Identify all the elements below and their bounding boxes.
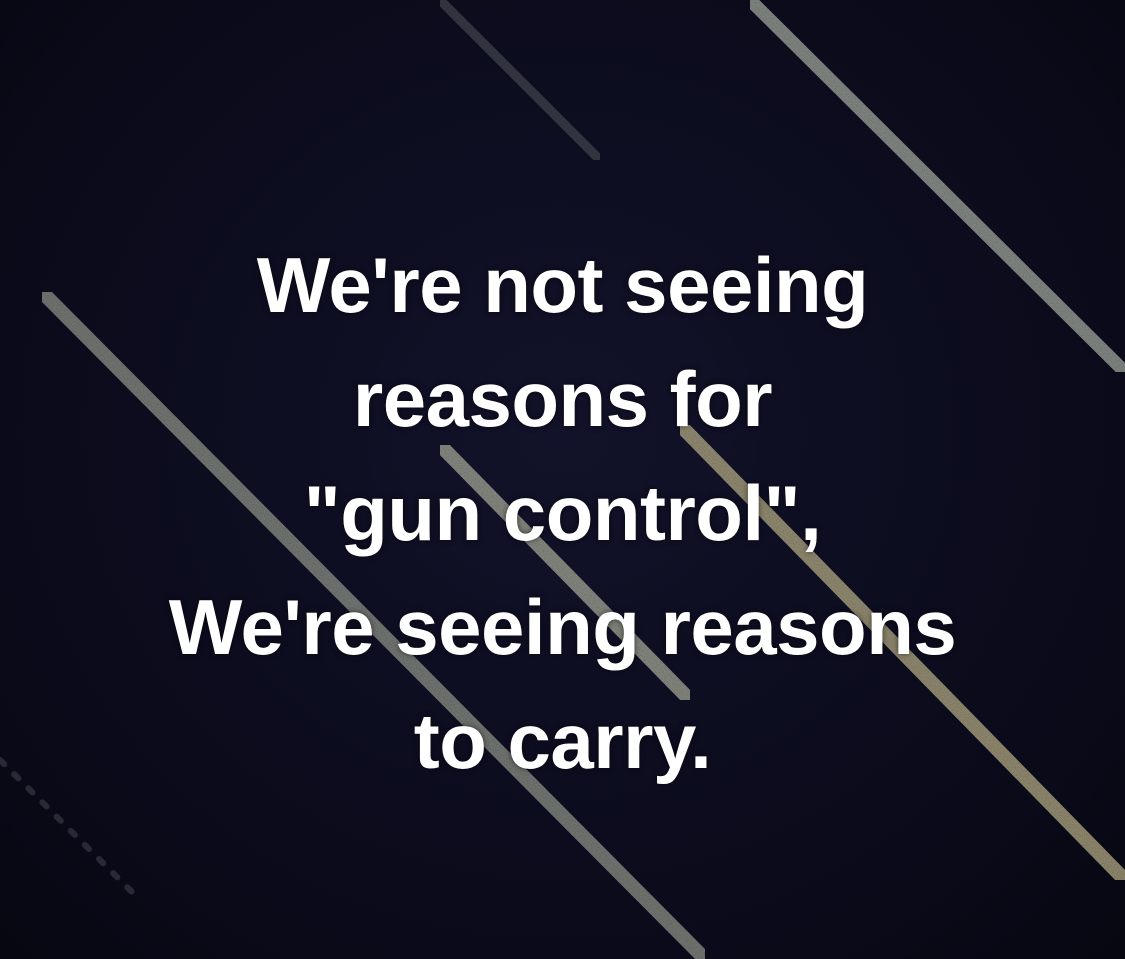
quote-line-4: We're seeing reasons [168, 583, 957, 671]
meme-image: We're not seeing reasons for "gun contro… [0, 0, 1125, 959]
quote-line-3: "gun control", [303, 469, 822, 557]
quote-text: We're not seeing reasons for "gun contro… [0, 228, 1125, 798]
quote-line-1: We're not seeing [256, 241, 869, 329]
streak-top-faint [435, 0, 605, 165]
quote-line-5: to carry. [413, 697, 712, 785]
quote-line-2: reasons for [352, 355, 773, 443]
